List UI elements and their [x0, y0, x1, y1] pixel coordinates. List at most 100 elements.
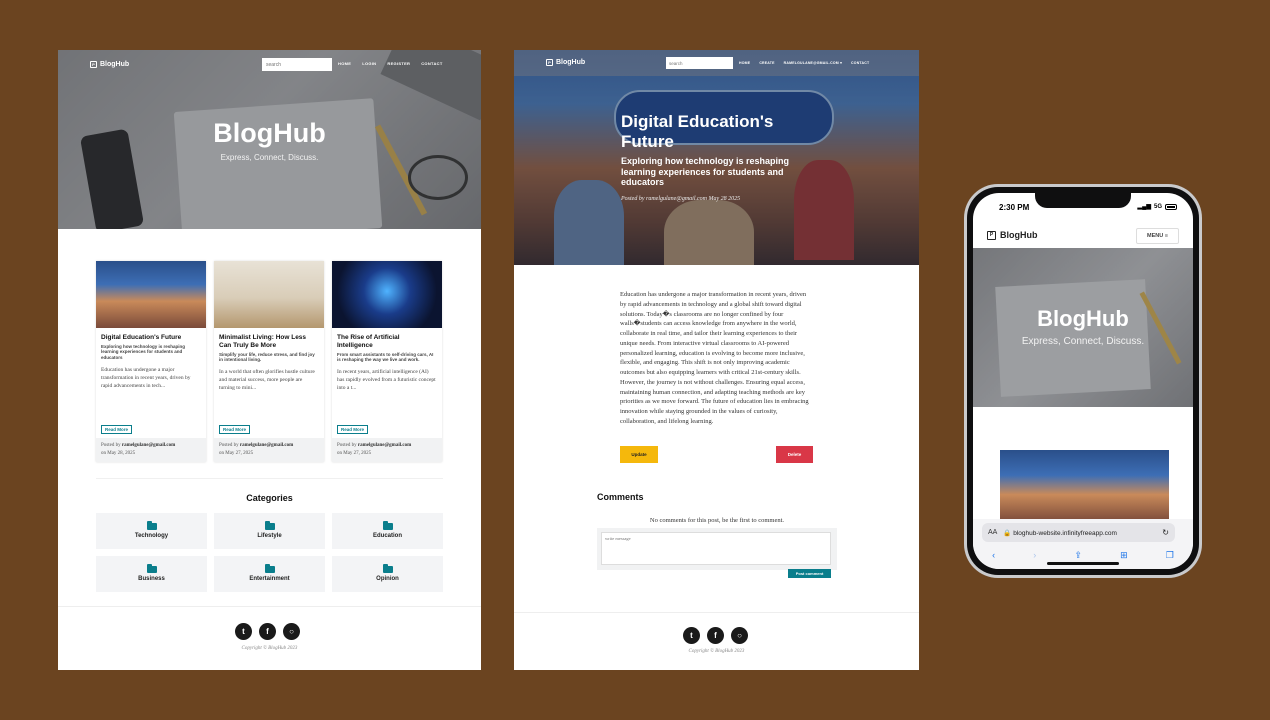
- post-comment-button[interactable]: Post comment: [788, 569, 831, 578]
- post-author: ramelgulane@gmail.com: [357, 443, 412, 448]
- nav-user-dropdown[interactable]: RAMELGULANE@GMAIL.COM ▾: [784, 61, 842, 65]
- folder-icon: [382, 521, 393, 530]
- facebook-icon[interactable]: f: [707, 627, 724, 644]
- category-technology[interactable]: Technology: [96, 513, 207, 549]
- folder-icon: [264, 564, 275, 573]
- post-author: ramelgulane@gmail.com: [239, 443, 294, 448]
- browser-nav-buttons: ‹ › ⇪ ⊞ ❐: [973, 548, 1193, 562]
- post-card-subtitle: From smart assistants to self-driving ca…: [337, 351, 434, 363]
- nav-link-contact[interactable]: CONTACT: [421, 61, 442, 66]
- blog-icon: P: [90, 60, 97, 68]
- divider: [96, 478, 443, 479]
- delete-button[interactable]: Delete: [776, 446, 813, 463]
- blog-icon: P: [987, 230, 996, 240]
- post-card-footer: Posted by ramelgulane@gmail.com on May 2…: [332, 438, 442, 462]
- copyright: Copyright © BlogHub 2023: [688, 649, 745, 654]
- nav-links: HOME CREATE RAMELGULANE@GMAIL.COM ▾ CONT…: [739, 61, 869, 65]
- read-more-button[interactable]: Read More: [219, 425, 251, 434]
- post-card-image[interactable]: [214, 261, 324, 328]
- reload-icon[interactable]: ↻: [1162, 528, 1169, 537]
- phone-screen: 2:30 PM ▂▄▆ 5G P BlogHub MENU ≡ BlogHub …: [973, 193, 1193, 569]
- bookmarks-icon[interactable]: ⊞: [1120, 550, 1128, 561]
- update-button[interactable]: Update: [620, 446, 658, 463]
- brand-logo[interactable]: P BlogHub: [90, 60, 129, 68]
- nav-link-login[interactable]: LOGIN: [362, 61, 376, 66]
- no-comments-text: No comments for this post, be the first …: [649, 517, 785, 524]
- post-meta: Posted by ramelgulane@gmail.com May 28 2…: [621, 196, 741, 202]
- post-date: on May 28, 2025: [101, 450, 136, 456]
- url-text: 🔒 bloghub-website.infinityfreeapp.com: [1003, 529, 1117, 537]
- facebook-icon[interactable]: f: [259, 623, 276, 640]
- brand-logo[interactable]: P BlogHub: [546, 59, 585, 66]
- post-card-image[interactable]: [332, 261, 442, 328]
- github-icon[interactable]: ○: [731, 627, 748, 644]
- github-icon[interactable]: ○: [283, 623, 300, 640]
- brand-logo[interactable]: P BlogHub: [987, 230, 1038, 240]
- category-entertainment[interactable]: Entertainment: [214, 556, 325, 592]
- post-card-image[interactable]: [1000, 450, 1169, 522]
- comments-title: Comments: [597, 492, 644, 502]
- reader-settings-button[interactable]: AA: [988, 529, 997, 536]
- nav-links: HOME LOGIN REGISTER CONTACT: [338, 61, 443, 66]
- hero-title: BlogHub: [213, 118, 326, 148]
- post-card[interactable]: The Rise of Artificial Intelligence From…: [332, 261, 442, 462]
- copyright: Copyright © BlogHub 2023: [241, 646, 298, 651]
- phone-mockup: 2:30 PM ▂▄▆ 5G P BlogHub MENU ≡ BlogHub …: [964, 184, 1202, 578]
- folder-icon: [264, 521, 275, 530]
- phone-notch: [1035, 193, 1131, 208]
- post-card-title[interactable]: Minimalist Living: How Less Can Truly Be…: [214, 328, 324, 350]
- twitter-icon[interactable]: t: [683, 627, 700, 644]
- post-card[interactable]: Minimalist Living: How Less Can Truly Be…: [214, 261, 324, 462]
- folder-icon: [146, 564, 157, 573]
- category-education[interactable]: Education: [332, 513, 443, 549]
- nav-link-home[interactable]: HOME: [739, 61, 750, 65]
- footer-divider: [58, 606, 481, 607]
- post-card-title[interactable]: The Rise of Artificial Intelligence: [332, 328, 442, 350]
- post-card-subtitle: Exploring how technology is reshaping le…: [101, 343, 186, 361]
- twitter-icon[interactable]: t: [235, 623, 252, 640]
- signal-icon: ▂▄▆: [1137, 204, 1151, 210]
- post-subtitle: Exploring how technology is reshaping le…: [621, 156, 790, 188]
- post-card-title[interactable]: Digital Education's Future: [96, 328, 206, 342]
- read-more-button[interactable]: Read More: [337, 425, 369, 434]
- search-input[interactable]: [262, 58, 332, 71]
- post-card-subtitle: Simplify your life, reduce stress, and f…: [219, 351, 315, 363]
- share-icon[interactable]: ⇪: [1074, 550, 1082, 561]
- post-card-image[interactable]: [96, 261, 206, 328]
- home-indicator: [1047, 562, 1119, 565]
- nav-link-create[interactable]: CREATE: [759, 61, 774, 65]
- address-bar[interactable]: AA 🔒 bloghub-website.infinityfreeapp.com…: [982, 523, 1175, 542]
- nav-link-register[interactable]: REGISTER: [387, 61, 410, 66]
- category-lifestyle[interactable]: Lifestyle: [214, 513, 325, 549]
- navbar: P BlogHub HOME CREATE RAMELGULANE@GMAIL.…: [514, 50, 919, 76]
- comment-input[interactable]: [601, 532, 831, 565]
- post-body: Education has undergone a major transfor…: [620, 291, 809, 425]
- hero-subtitle: Express, Connect, Discuss.: [220, 153, 319, 162]
- back-icon[interactable]: ‹: [992, 550, 995, 560]
- battery-icon: [1165, 203, 1177, 210]
- navbar: P BlogHub HOME LOGIN REGISTER CONTACT: [58, 50, 481, 78]
- search-input[interactable]: [666, 57, 733, 69]
- category-business[interactable]: Business: [96, 556, 207, 592]
- menu-button[interactable]: MENU ≡: [1136, 228, 1179, 244]
- hero-title: BlogHub: [1037, 306, 1129, 331]
- mobile-hero: BlogHub Express, Connect, Discuss.: [973, 248, 1193, 407]
- category-opinion[interactable]: Opinion: [332, 556, 443, 592]
- footer-divider: [514, 612, 919, 613]
- post-card-excerpt: In recent years, artificial intelligence…: [337, 368, 436, 391]
- read-more-button[interactable]: Read More: [101, 425, 133, 434]
- nav-link-home[interactable]: HOME: [338, 61, 351, 66]
- blog-icon: P: [546, 59, 553, 66]
- post-card-excerpt: Education has undergone a major transfor…: [101, 366, 191, 389]
- nav-link-contact[interactable]: CONTACT: [851, 61, 869, 65]
- post-card[interactable]: Digital Education's Future Exploring how…: [96, 261, 206, 462]
- status-indicators: ▂▄▆ 5G: [1137, 203, 1177, 210]
- tabs-icon[interactable]: ❐: [1166, 550, 1174, 561]
- social-links: t f ○: [683, 627, 748, 644]
- post-page-screenshot: Digital Education's Future Exploring how…: [514, 50, 919, 670]
- forward-icon[interactable]: ›: [1033, 550, 1036, 560]
- post-date: on May 27, 2025: [337, 450, 372, 456]
- browser-toolbar: AA 🔒 bloghub-website.infinityfreeapp.com…: [973, 519, 1193, 569]
- post-card-footer: Posted by ramelgulane@gmail.com on May 2…: [96, 438, 206, 462]
- post-hero: Digital Education's Future Exploring how…: [514, 50, 919, 265]
